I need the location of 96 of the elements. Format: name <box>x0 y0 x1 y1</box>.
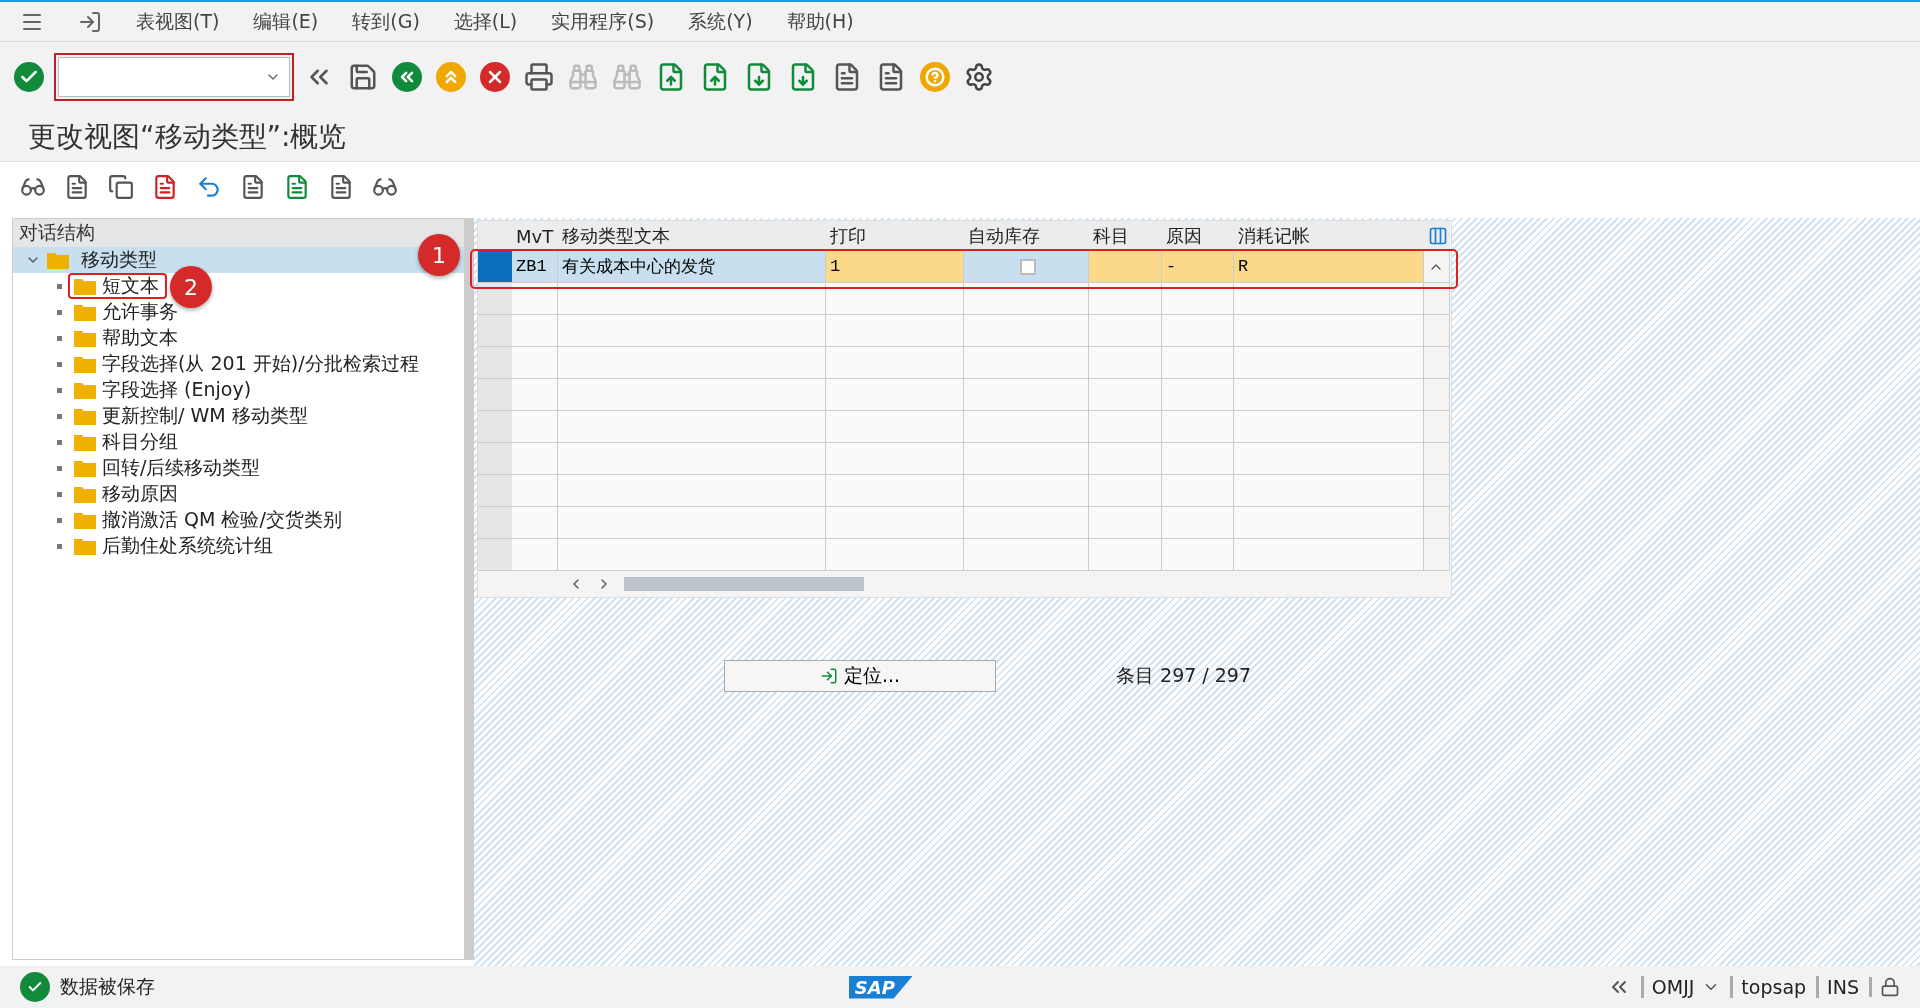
table-cell: ZB1 <box>512 251 558 283</box>
table-cell[interactable]: - <box>1162 251 1234 283</box>
bullet-icon <box>57 283 62 289</box>
table-cell <box>512 315 558 347</box>
menu-item[interactable]: 表视图(T) <box>136 8 220 35</box>
folder-icon <box>74 303 96 321</box>
table-cell <box>512 283 558 315</box>
table-cell <box>512 347 558 379</box>
settings-icon[interactable] <box>964 62 994 92</box>
table-cell <box>1162 443 1234 475</box>
success-icon <box>20 972 50 1002</box>
print-icon[interactable] <box>524 62 554 92</box>
folder-icon <box>74 381 96 399</box>
header-corner[interactable] <box>478 221 512 251</box>
menu-item[interactable]: 编辑(E) <box>253 8 319 35</box>
bullet-icon <box>57 491 62 497</box>
row-selector[interactable] <box>478 251 512 283</box>
row-selector[interactable] <box>478 283 512 315</box>
tree-item[interactable]: 短文本 <box>68 273 167 299</box>
folder-icon <box>74 459 96 477</box>
menu-item[interactable]: 系统(Y) <box>688 8 753 35</box>
table-cell <box>1162 379 1234 411</box>
cancel-icon[interactable] <box>480 62 510 92</box>
folder-icon <box>74 329 96 347</box>
folder-icon <box>74 433 96 451</box>
tree-item[interactable]: 移动原因 <box>68 481 186 507</box>
bullet-icon <box>57 413 62 419</box>
status-message: 数据被保存 <box>60 974 155 999</box>
checkbox[interactable] <box>1020 258 1036 275</box>
bullet-icon <box>57 543 62 549</box>
column-header[interactable]: 自动库存 <box>964 221 1089 251</box>
tree-item[interactable]: 后勤住处系统统计组 <box>68 533 281 559</box>
back-icon[interactable] <box>392 62 422 92</box>
menu-item[interactable]: 转到(G) <box>352 8 420 35</box>
menu-item[interactable]: 选择(L) <box>453 8 518 35</box>
tree-item[interactable]: 撤消激活 QM 检验/交货类别 <box>68 507 350 533</box>
bullet-icon <box>57 309 62 315</box>
folder-icon <box>47 251 69 269</box>
folder-icon <box>74 511 96 529</box>
table-cell[interactable] <box>1089 251 1162 283</box>
table-cell <box>512 507 558 539</box>
table-cell <box>1162 315 1234 347</box>
column-header[interactable]: 消耗记帐 <box>1234 221 1424 251</box>
bullet-icon <box>57 387 62 393</box>
tree-header: 对话结构 <box>13 219 464 247</box>
undo-icon[interactable] <box>196 174 222 200</box>
column-header[interactable]: 移动类型文本 <box>558 221 826 251</box>
entry-count: 条目 297 / 297 <box>1116 663 1252 688</box>
delete-icon[interactable] <box>152 174 178 200</box>
table-cell <box>512 379 558 411</box>
folder-icon <box>74 277 96 295</box>
column-settings-icon[interactable] <box>1428 226 1448 246</box>
table-cell <box>512 411 558 443</box>
bullet-icon <box>57 439 62 445</box>
column-header[interactable]: 打印 <box>826 221 964 251</box>
save-icon[interactable] <box>348 62 378 92</box>
tree-item[interactable]: 字段选择 (Enjoy) <box>68 377 260 403</box>
copy-icon[interactable] <box>108 174 134 200</box>
folder-icon <box>74 537 96 555</box>
table-cell: 有关成本中心的发货 <box>558 251 826 283</box>
menu-item[interactable]: 实用程序(S) <box>551 8 655 35</box>
bullet-icon <box>57 517 62 523</box>
menu-item[interactable]: 帮助(H) <box>786 8 854 35</box>
table-cell <box>512 475 558 507</box>
scrollbar-thumb[interactable] <box>624 577 864 591</box>
tree-item[interactable]: 回转/后续移动类型 <box>68 455 269 481</box>
table-cell <box>512 443 558 475</box>
tree-item[interactable]: 科目分组 <box>68 429 186 455</box>
bullet-icon <box>57 465 62 471</box>
bullet-icon <box>57 335 62 341</box>
table-cell <box>1162 475 1234 507</box>
column-header[interactable]: MvT <box>512 221 558 251</box>
table-cell <box>1162 507 1234 539</box>
user-name: topsap <box>1741 976 1807 998</box>
input-mode: INS <box>1827 976 1859 998</box>
transaction-code: OMJJ <box>1651 976 1695 998</box>
tree-item[interactable]: 字段选择(从 201 开始)/分批检索过程 <box>68 351 427 377</box>
column-header[interactable]: 原因 <box>1162 221 1234 251</box>
tree-item[interactable]: 更新控制/ WM 移动类型 <box>68 403 316 429</box>
check-icon[interactable] <box>14 62 44 92</box>
table-cell <box>1162 411 1234 443</box>
table-cell <box>1162 283 1234 315</box>
table-cell[interactable]: 1 <box>826 251 964 283</box>
tree-item[interactable]: 帮助文本 <box>68 325 186 351</box>
lock-icon <box>1880 977 1900 997</box>
folder-icon <box>74 485 96 503</box>
locate-button[interactable]: 定位... <box>724 660 996 692</box>
column-header[interactable]: 科目 <box>1089 221 1162 251</box>
logon-icon[interactable] <box>78 9 102 34</box>
bullet-icon <box>57 361 62 367</box>
position-icon <box>819 667 838 685</box>
table-cell <box>1162 347 1234 379</box>
table-cell[interactable]: R <box>1234 251 1424 283</box>
sap-logo: SAP <box>848 975 913 999</box>
folder-icon <box>74 355 96 373</box>
folder-icon <box>74 407 96 425</box>
